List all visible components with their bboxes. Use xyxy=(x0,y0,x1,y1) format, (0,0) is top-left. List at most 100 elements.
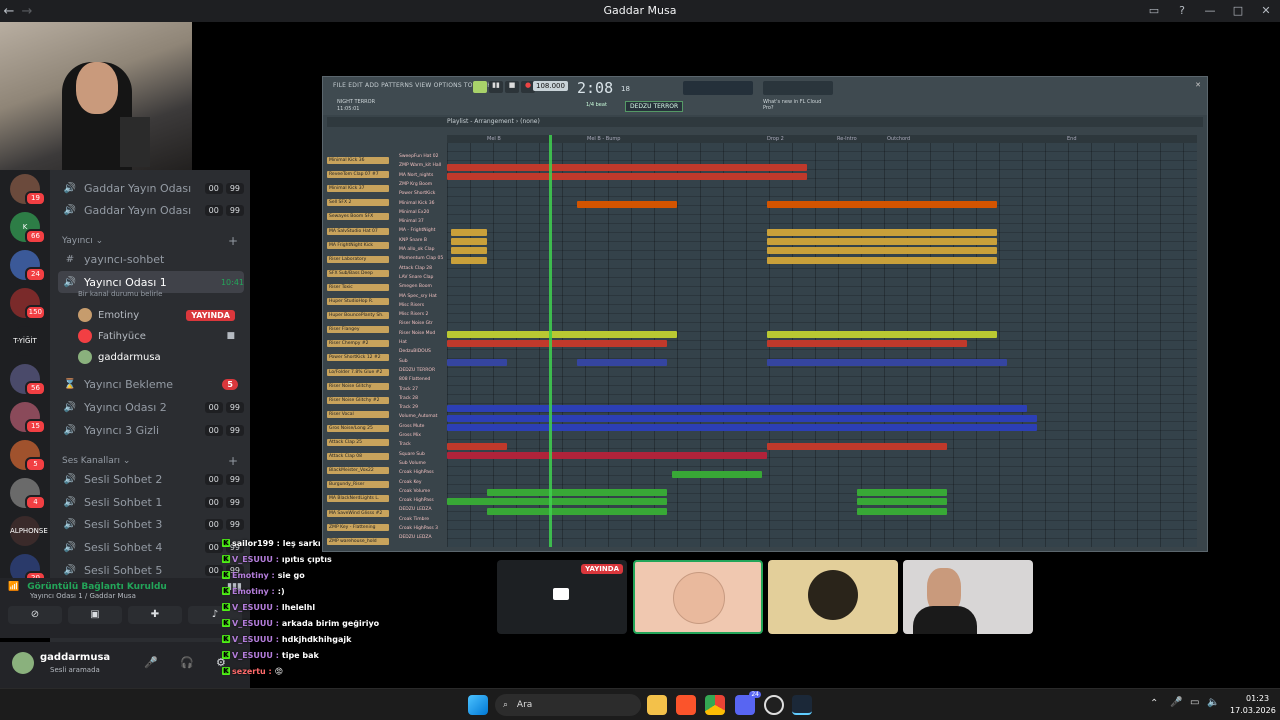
server-icon[interactable]: 24 xyxy=(10,250,46,282)
pattern-name[interactable]: SweepFun Hat 02 xyxy=(399,153,445,161)
pattern-name[interactable]: Croak Timbre xyxy=(399,516,445,524)
playlist-clip[interactable] xyxy=(447,498,667,506)
playlist-clip[interactable] xyxy=(451,247,487,255)
track-header[interactable]: Riser Flangey xyxy=(327,326,389,334)
pattern-name[interactable]: Track xyxy=(399,441,445,449)
username[interactable]: gaddarmusa xyxy=(40,652,110,663)
channel-status[interactable]: Bir kanal durumu belirle xyxy=(78,290,162,298)
track-header[interactable]: SFX Sub/Bass Deep xyxy=(327,269,389,277)
play-button[interactable] xyxy=(473,81,487,93)
playlist-clip[interactable] xyxy=(447,331,677,338)
pattern-name[interactable]: DEDZU LEDZA xyxy=(399,534,445,542)
server-icon[interactable]: 5 xyxy=(10,440,46,472)
logo-avatar-tile[interactable] xyxy=(768,560,898,634)
playlist-clip[interactable] xyxy=(857,507,947,515)
ruler-marker[interactable]: Mel B xyxy=(487,136,501,142)
playhead[interactable] xyxy=(549,135,552,547)
playlist-clip[interactable] xyxy=(447,172,807,180)
track-header[interactable]: Riser Vocal xyxy=(327,410,389,418)
timeline-ruler[interactable]: Mel B Mel B - Bump Drop 2 Re-Intro Outchord E… xyxy=(447,135,1197,143)
track-header[interactable]: Burgundy_Riser xyxy=(327,481,389,489)
playlist-clip[interactable] xyxy=(451,238,487,245)
playlist-clip[interactable] xyxy=(767,238,997,245)
pattern-name[interactable]: Sub xyxy=(399,358,445,366)
server-icon[interactable]: 15 xyxy=(10,402,46,434)
playlist-clip[interactable] xyxy=(447,451,767,459)
clock-time[interactable]: 01:23 xyxy=(1246,694,1269,703)
microphone-tray-icon[interactable]: 🎤 xyxy=(1170,697,1182,708)
channel-item[interactable]: ⌛ Yayıncı Bekleme 5 xyxy=(58,373,244,395)
minimize-button[interactable]: — xyxy=(1196,0,1224,22)
stop-button[interactable]: ■ xyxy=(505,81,519,93)
pattern-name[interactable]: ZMP Warm_kit Hall xyxy=(399,162,445,170)
track-header[interactable]: ZMP Key - Flattening xyxy=(327,523,389,531)
channel-item[interactable]: 🔊 Yayıncı 3 Gizli 00 99 xyxy=(58,419,244,441)
screen-share-tile[interactable]: YAYINDA xyxy=(497,560,627,634)
server-icon[interactable]: T-YİĞİT xyxy=(10,326,40,356)
server-icon[interactable]: K 66 xyxy=(10,212,46,244)
playlist-clip[interactable] xyxy=(857,489,947,497)
ruler-marker[interactable]: Drop 2 xyxy=(767,136,784,142)
microphone-icon[interactable]: 🎤 xyxy=(144,656,158,669)
pattern-name[interactable]: Minimal 37 xyxy=(399,218,445,226)
playlist-clip[interactable] xyxy=(767,340,967,348)
activity-button[interactable]: ✚ xyxy=(128,606,182,624)
track-header[interactable]: Huper StudioHop R. xyxy=(327,298,389,305)
pattern-name[interactable]: Smegen Boom xyxy=(399,283,445,291)
server-icon[interactable]: ALPHONSE xyxy=(10,516,48,546)
voice-channel[interactable]: 🔊 Sesli Sohbet 1 00 99 xyxy=(58,491,244,513)
screen-share-button[interactable]: ▣ xyxy=(68,606,122,624)
pause-button[interactable]: ▮▮ xyxy=(489,81,503,93)
clock-date[interactable]: 17.03.2026 xyxy=(1230,706,1276,715)
playlist-clip[interactable] xyxy=(487,507,667,515)
track-header[interactable]: Riser Noise Glitchy xyxy=(327,382,389,390)
maximize-button[interactable]: □ xyxy=(1224,0,1252,22)
pattern-name[interactable]: Volume_Automat xyxy=(399,413,445,421)
server-icon[interactable]: 150 xyxy=(10,288,46,320)
pattern-name[interactable]: MA Nort_nights xyxy=(399,172,445,180)
track-header[interactable]: Lo/Folder 7.8% Glue #2 xyxy=(327,368,389,376)
pattern-name[interactable]: Momentum Clap 05 xyxy=(399,255,445,263)
voice-channel[interactable]: 🔊 Sesli Sohbet 4 00 99 xyxy=(58,536,244,558)
pattern-name[interactable]: Power ShortKick xyxy=(399,190,445,198)
voice-user[interactable]: gaddarmusa xyxy=(78,347,243,367)
playlist-clip[interactable] xyxy=(672,470,762,478)
add-channel-icon[interactable]: + xyxy=(228,234,238,248)
playlist-clip[interactable] xyxy=(487,489,667,497)
pattern-name[interactable]: Track 29 xyxy=(399,404,445,412)
category-streamer[interactable]: Yayıncı ⌄ + xyxy=(62,234,242,248)
playlist-clip[interactable] xyxy=(447,340,667,348)
help-icon[interactable]: ? xyxy=(1168,0,1196,22)
track-header[interactable]: Sell SFX 2 xyxy=(327,199,389,207)
track-header[interactable]: Riser Noise Glitchy #2 xyxy=(327,396,389,404)
pattern-name[interactable]: Hat xyxy=(399,339,445,347)
playlist-clip[interactable] xyxy=(767,256,997,264)
pattern-name[interactable]: DedzuBIDOUS xyxy=(399,348,445,356)
pattern-name[interactable]: Gross Mix xyxy=(399,432,445,440)
track-header[interactable]: ReveeTom Clap 07 #7 xyxy=(327,171,389,179)
track-header[interactable]: ZMP warehouse_hold xyxy=(327,537,389,545)
track-header[interactable]: Minimal Kick 37 xyxy=(327,185,389,193)
track-header[interactable]: Attack Clap 08 xyxy=(327,453,389,461)
playlist-clip[interactable] xyxy=(767,247,997,255)
playlist-clip[interactable] xyxy=(767,331,997,338)
pattern-name[interactable]: Gross Mute xyxy=(399,423,445,431)
connection-status[interactable]: Görüntülü Bağlantı Kuruldu xyxy=(27,582,167,592)
track-header[interactable]: Sewayes Boom SFX xyxy=(327,213,389,221)
pattern-name[interactable]: Misc Risers 2 xyxy=(399,311,445,319)
track-header[interactable]: Gros Noise/Long 25 xyxy=(327,424,389,432)
close-window-icon[interactable]: ✕ xyxy=(1195,81,1201,89)
network-icon[interactable]: ▭ xyxy=(1190,697,1199,708)
track-header[interactable]: MA FrightNight Kick xyxy=(327,241,389,249)
voice-user[interactable]: Emotiny YAYINDA xyxy=(78,305,243,325)
pattern-name[interactable]: Croak Key xyxy=(399,479,445,487)
voice-channel[interactable]: 🔊 Sesli Sohbet 2 00 99 xyxy=(58,468,244,490)
playlist-clip[interactable] xyxy=(451,256,487,264)
channel-item[interactable]: 🔊 Gaddar Yayın Odası 00 99 xyxy=(58,199,244,221)
inbox-icon[interactable]: ▭ xyxy=(1140,0,1168,22)
server-icon[interactable]: 19 xyxy=(10,174,46,206)
pattern-name[interactable]: MA - FrightNight xyxy=(399,227,445,235)
pattern-name[interactable]: DEDZU TERROR xyxy=(399,367,445,375)
playlist-clip[interactable] xyxy=(767,228,997,236)
track-header[interactable]: Power ShortKick 12 #2 xyxy=(327,354,389,362)
